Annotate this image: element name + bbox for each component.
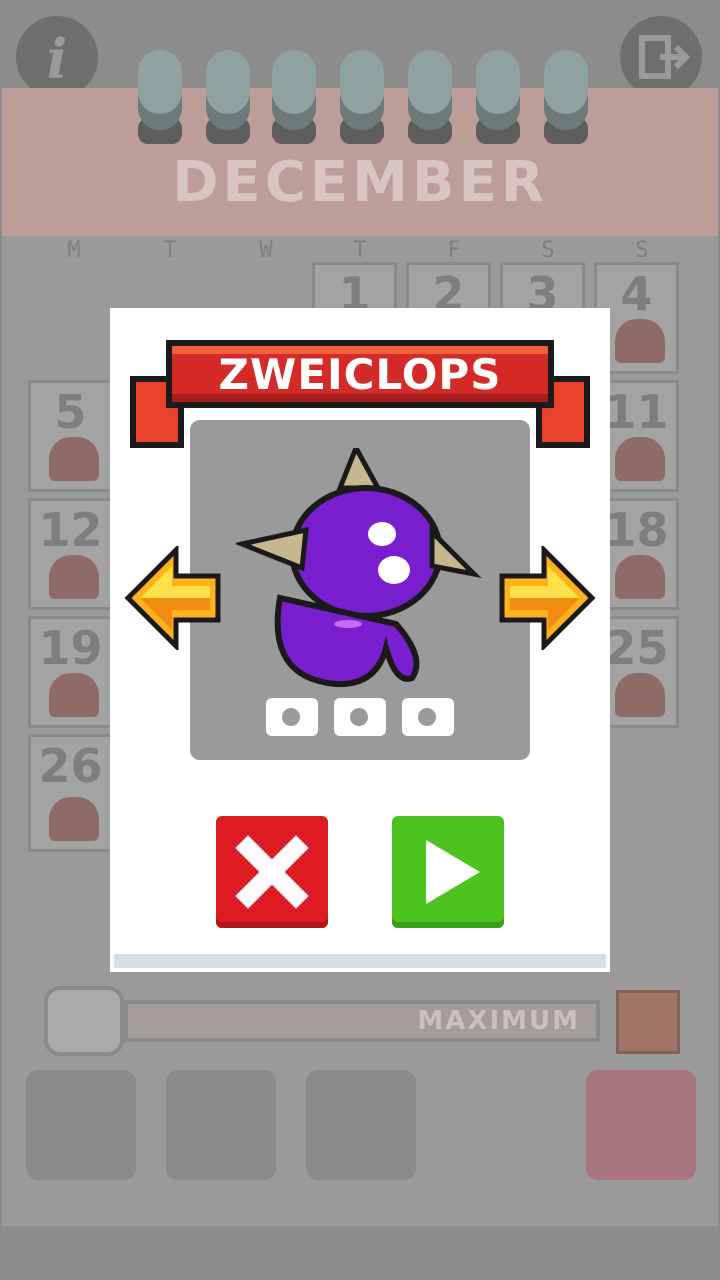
play-icon xyxy=(426,840,480,904)
binder-ring xyxy=(340,50,384,130)
binder-ring xyxy=(272,50,316,130)
calendar-day[interactable]: 26 xyxy=(28,734,113,852)
progress-track: MAXIMUM xyxy=(124,1000,600,1042)
camera-icon xyxy=(334,698,386,736)
camera-icon xyxy=(402,698,454,736)
monster-button[interactable] xyxy=(586,1070,696,1180)
binder-ring xyxy=(206,50,250,130)
apple-icon xyxy=(49,555,99,599)
weekday-label: F xyxy=(447,238,461,263)
weekday-label: S xyxy=(635,238,649,263)
monster-sprite xyxy=(236,448,482,688)
banner-ribbon: ZWEICLOPS xyxy=(166,340,554,408)
left-arrow-icon[interactable] xyxy=(124,546,222,650)
apple-icon xyxy=(615,319,665,363)
weekday-label: S xyxy=(541,238,555,263)
apple-icon xyxy=(615,437,665,481)
x-icon xyxy=(235,835,309,909)
binder-ring xyxy=(476,50,520,130)
apple-icon xyxy=(615,673,665,717)
apple-icon xyxy=(615,555,665,599)
profile-button[interactable] xyxy=(26,1070,136,1180)
calendar-day[interactable]: 12 xyxy=(28,498,113,610)
apple-icon xyxy=(49,797,99,841)
play-button[interactable] xyxy=(392,816,504,928)
bunny-button[interactable] xyxy=(306,1070,416,1180)
binder-ring xyxy=(544,50,588,130)
cancel-button[interactable] xyxy=(216,816,328,928)
progress-label: MAXIMUM xyxy=(417,1006,580,1036)
month-title: DECEMBER xyxy=(172,150,548,215)
weekday-label: T xyxy=(163,238,177,263)
progress-bar: MAXIMUM xyxy=(40,986,600,1056)
calendar-day[interactable]: 5 xyxy=(28,380,113,492)
svg-text:i: i xyxy=(47,27,68,91)
binder-ring xyxy=(138,50,182,130)
exit-icon xyxy=(639,35,691,79)
apple-icon xyxy=(49,437,99,481)
weekday-label: T xyxy=(353,238,367,263)
apple-icon xyxy=(49,673,99,717)
camera-icon xyxy=(266,698,318,736)
gamepad-button[interactable] xyxy=(166,1070,276,1180)
monster-name: ZWEICLOPS xyxy=(218,350,502,399)
right-arrow-icon[interactable] xyxy=(498,546,596,650)
info-icon: i xyxy=(47,27,68,91)
dialog-footer-strip xyxy=(114,954,606,968)
calendar-day[interactable]: 19 xyxy=(28,616,113,728)
exit-button[interactable] xyxy=(620,16,702,98)
gift-icon[interactable] xyxy=(616,990,680,1054)
info-button[interactable]: i xyxy=(16,16,98,98)
weekday-label: M xyxy=(67,238,81,263)
weekday-label: W xyxy=(259,238,273,263)
name-banner: ZWEICLOPS xyxy=(130,336,590,456)
trophy-icon xyxy=(44,986,124,1056)
binder-ring xyxy=(408,50,452,130)
